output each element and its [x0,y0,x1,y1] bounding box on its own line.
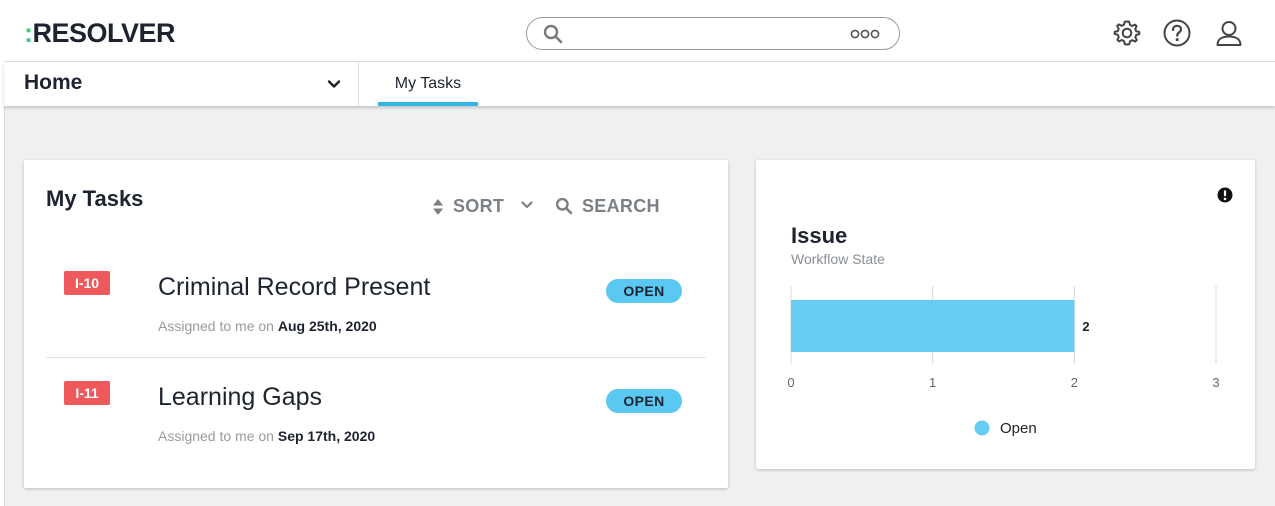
workflow-state-chart: 0 1 2 3 2 Open [787,286,1220,437]
nav-bar: Home My Tasks [4,62,1275,106]
x-tick-label: 0 [787,375,794,390]
user-icon[interactable] [1214,18,1244,48]
x-tick-label: 2 [1071,375,1078,390]
data-label: 2 [1082,319,1089,334]
tab-my-tasks[interactable]: My Tasks [378,62,478,106]
chart-subtitle: Workflow State [791,251,885,267]
status-badge: OPEN [606,279,682,303]
global-search-input[interactable] [526,17,900,50]
task-id-badge: I-11 [64,381,110,405]
more-icon[interactable] [849,24,881,44]
task-title[interactable]: Learning Gaps [158,383,322,412]
legend-label: Open [1000,420,1037,437]
active-tab-indicator [378,102,478,106]
issue-chart-card: Issue Workflow State 0 1 2 3 2 Open [756,160,1255,469]
bar-open [791,300,1075,352]
card-title: My Tasks [46,186,144,211]
task-assigned-date: Assigned to me on Sep 17th, 2020 [158,428,376,444]
task-assigned-date: Assigned to me on Aug 25th, 2020 [158,318,377,334]
sort-icon[interactable] [432,198,444,216]
x-tick-label: 3 [1212,375,1219,390]
x-tick-label: 1 [929,375,936,390]
search-tasks-button[interactable]: SEARCH [582,196,660,217]
gear-icon[interactable] [1112,18,1142,48]
my-tasks-card: My Tasks SORT SEARCH I-10 Criminal Recor… [24,160,728,488]
workspace-dropdown[interactable]: Home [4,62,359,106]
chart-title: Issue [791,223,848,248]
task-id-badge: I-10 [64,271,110,295]
status-badge: OPEN [606,389,682,413]
info-icon[interactable] [1217,187,1233,203]
resolver-logo[interactable]: :RESOLVER [24,18,176,49]
search-icon [543,24,563,44]
task-row[interactable]: I-10 Criminal Record Present Assigned to… [46,248,706,358]
help-icon[interactable] [1162,18,1192,48]
legend-marker [974,420,990,436]
tab-label: My Tasks [394,75,462,92]
search-icon[interactable] [555,197,573,215]
task-row[interactable]: I-11 Learning Gaps Assigned to me on Sep… [46,358,706,468]
workspace-label: Home [24,71,83,94]
sort-button[interactable]: SORT [453,196,504,217]
chevron-down-icon [327,80,341,88]
task-title[interactable]: Criminal Record Present [158,273,430,302]
top-bar: :RESOLVER [4,4,1275,62]
chevron-down-icon[interactable] [520,198,534,212]
